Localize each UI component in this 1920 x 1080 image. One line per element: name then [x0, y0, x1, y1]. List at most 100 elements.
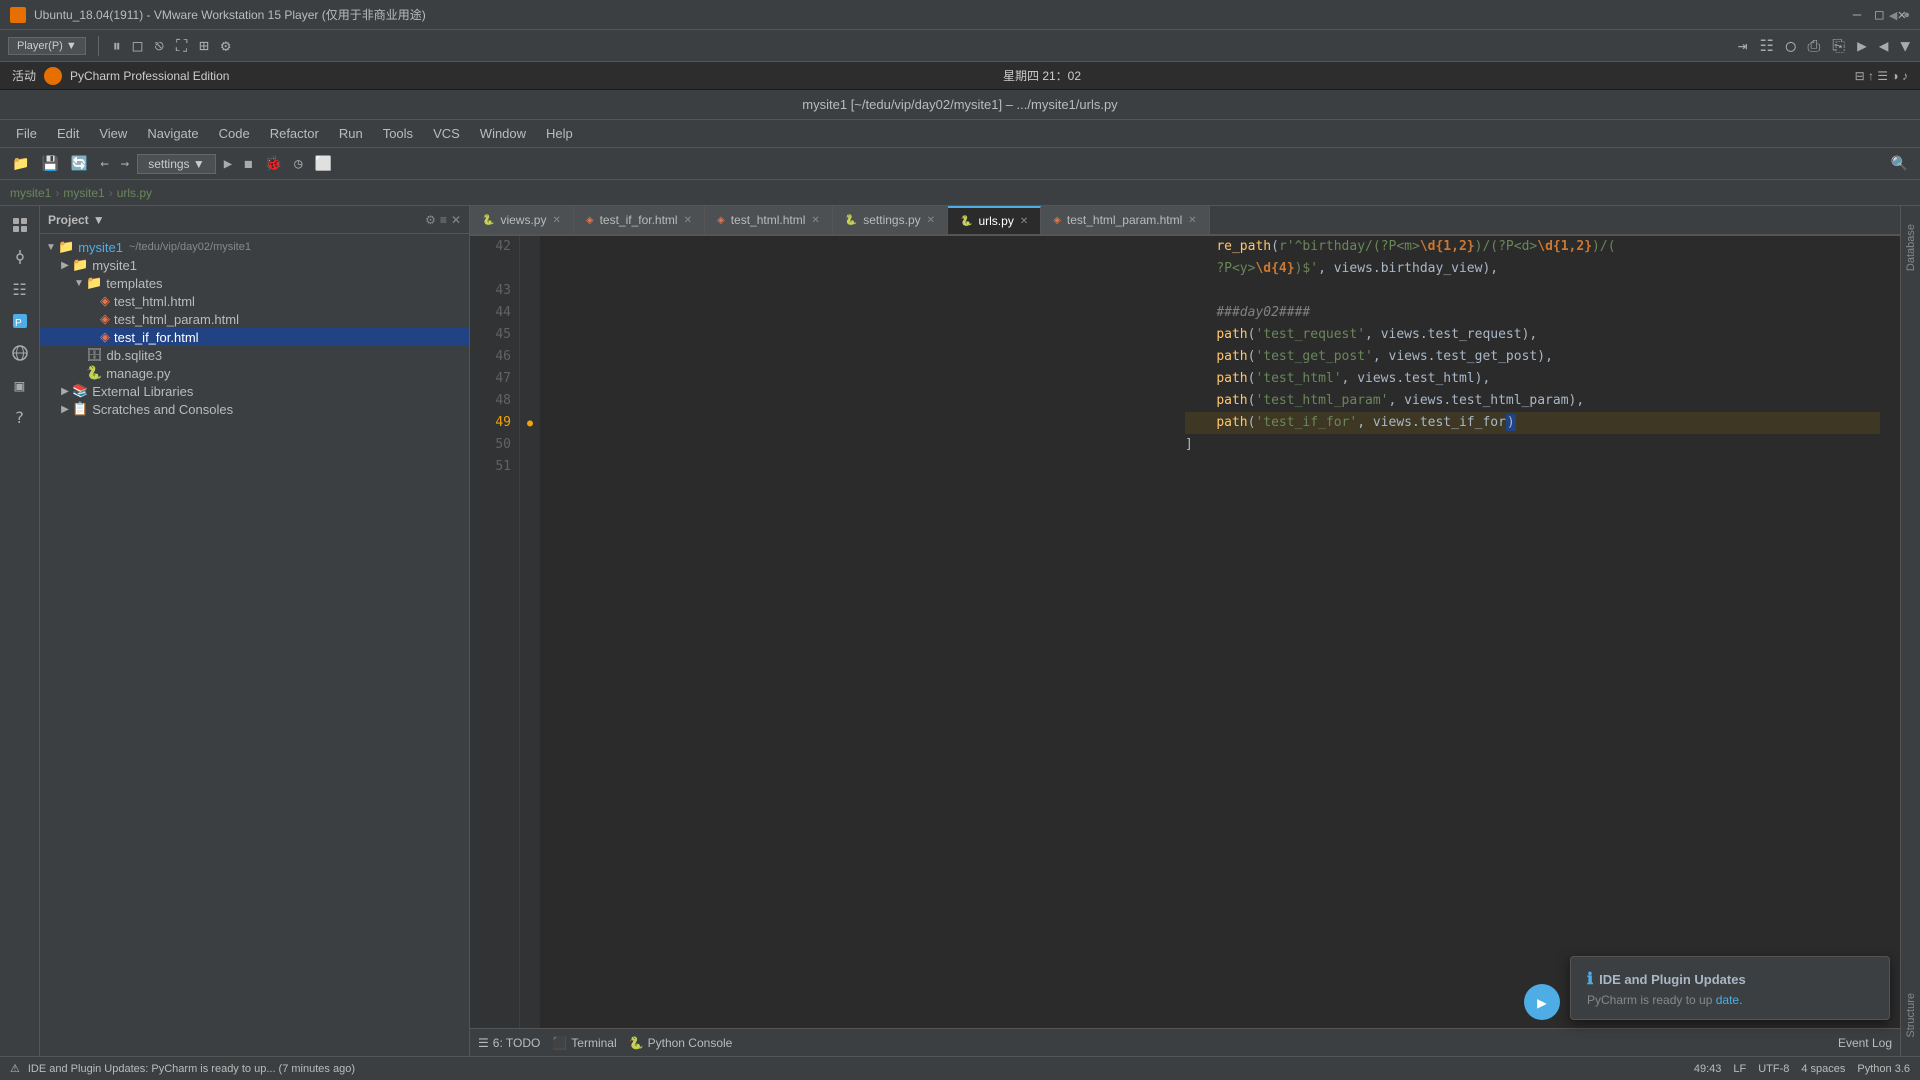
tree-item-test-html[interactable]: ◈ test_html.html	[40, 292, 469, 310]
vm-toolbar-right-1[interactable]: ⇥	[1736, 34, 1750, 57]
stop-button[interactable]: □	[131, 34, 145, 57]
terminal-icon[interactable]: ▣	[6, 371, 34, 399]
fullscreen-button[interactable]: ⛶	[174, 34, 189, 58]
breadcrumb-root[interactable]: mysite1	[10, 186, 51, 200]
right-sidebar-structure[interactable]: Structure	[1905, 985, 1917, 1046]
coverage-btn[interactable]: ⬜	[311, 154, 336, 174]
project-options-icon[interactable]: ≡	[440, 213, 447, 227]
back-btn[interactable]: ←	[96, 154, 112, 174]
tab-test-html-param[interactable]: ◈ test_html_param.html ✕	[1041, 206, 1209, 234]
help-icon[interactable]: ?	[6, 403, 34, 431]
menu-run[interactable]: Run	[331, 124, 371, 143]
tree-item-templates[interactable]: ▼ 📁 templates	[40, 274, 469, 292]
menu-vcs[interactable]: VCS	[425, 124, 468, 143]
breadcrumb-urls[interactable]: urls.py	[117, 186, 152, 200]
run-button[interactable]: ▶	[1524, 984, 1560, 1020]
sync-btn[interactable]: 🔄	[67, 154, 92, 174]
bottom-tab-todo[interactable]: ☰ 6: TODO	[478, 1036, 540, 1050]
tree-item-scratches[interactable]: ▶ 📋 Scratches and Consoles	[40, 400, 469, 418]
profile-btn[interactable]: ◷	[290, 154, 306, 174]
tab-views[interactable]: 🐍 views.py ✕	[470, 206, 574, 234]
menu-window[interactable]: Window	[472, 124, 534, 143]
tab-close-settings[interactable]: ✕	[927, 215, 935, 226]
tab-test-html[interactable]: ◈ test_html.html ✕	[705, 206, 833, 234]
code-content[interactable]: re_path(r'^birthday/(?P<m>\d{1,2})/(?P<d…	[1165, 236, 1900, 1028]
vm-toolbar-right-4[interactable]: ⎙	[1805, 34, 1822, 58]
vm-toolbar-right-2[interactable]: ☷	[1757, 34, 1775, 57]
pycharm-taskbar-icon[interactable]	[44, 67, 62, 85]
tab-urls[interactable]: 🐍 urls.py ✕	[948, 206, 1041, 234]
project-icon[interactable]	[6, 211, 34, 239]
search-btn[interactable]: 🔍	[1887, 154, 1912, 174]
browser-icon[interactable]	[6, 339, 34, 367]
tree-label-db: db.sqlite3	[107, 348, 163, 363]
run-config-btn[interactable]: ▶	[220, 154, 236, 174]
tree-item-root[interactable]: ▼ 📁 mysite1 ~/tedu/vip/day02/mysite1	[40, 238, 469, 256]
settings-button[interactable]: ⚙	[219, 34, 233, 57]
breadcrumb-mysite1[interactable]: mysite1	[63, 186, 104, 200]
tab-test-if-for[interactable]: ◈ test_if_for.html ✕	[574, 206, 705, 234]
ide-ctrl-2[interactable]: ●	[1903, 9, 1910, 21]
pause-button[interactable]: ⏸	[111, 34, 123, 58]
notification-link[interactable]: date.	[1716, 993, 1743, 1007]
send-ctrl-alt-del[interactable]: ⎋	[152, 34, 166, 57]
forward-btn[interactable]: →	[117, 154, 133, 174]
pycharm-app-label[interactable]: PyCharm Professional Edition	[70, 69, 229, 83]
save-btn[interactable]: 💾	[37, 154, 62, 174]
tab-close-urls[interactable]: ✕	[1020, 216, 1028, 227]
tree-item-test-if-for[interactable]: ◈ test_if_for.html	[40, 328, 469, 346]
bottom-tab-terminal[interactable]: ⬛ Terminal	[552, 1036, 616, 1050]
python-console-label: Python Console	[648, 1036, 733, 1050]
unity-button[interactable]: ⊞	[197, 34, 211, 57]
code-line-48: path('test_html_param', views.test_html_…	[1185, 390, 1880, 412]
settings-dropdown[interactable]: settings ▼	[137, 154, 216, 174]
menu-navigate[interactable]: Navigate	[139, 124, 206, 143]
open-folder-btn[interactable]: 📁	[8, 154, 33, 174]
menu-refactor[interactable]: Refactor	[262, 124, 327, 143]
tab-close-test-html[interactable]: ✕	[811, 215, 819, 226]
bottom-tab-python-console[interactable]: 🐍 Python Console	[629, 1036, 733, 1050]
ubuntu-taskbar-left: 活动 PyCharm Professional Edition	[12, 67, 229, 85]
event-log-tab[interactable]: Event Log	[1838, 1036, 1892, 1050]
tree-item-manage[interactable]: 🐍 manage.py	[40, 364, 469, 382]
tree-item-external-libs[interactable]: ▶ 📚 External Libraries	[40, 382, 469, 400]
activities-label[interactable]: 活动	[12, 67, 36, 84]
right-sidebar-database[interactable]: Database	[1905, 216, 1917, 279]
commit-icon[interactable]	[6, 243, 34, 271]
ide-ctrl-1[interactable]: ◀	[1889, 9, 1897, 22]
minimize-button[interactable]: —	[1849, 7, 1865, 23]
pycharm-logo-icon[interactable]: P	[6, 307, 34, 335]
vm-toolbar-right-8[interactable]: ▼	[1898, 34, 1912, 57]
player-menu-button[interactable]: Player(P) ▼	[8, 37, 86, 55]
vm-toolbar-right-5[interactable]: ⎘	[1830, 34, 1847, 58]
vm-toolbar-right-3[interactable]: ◯	[1784, 34, 1798, 57]
vm-toolbar-right-7[interactable]: ◀	[1877, 34, 1891, 57]
cursor-position: 49:43	[1694, 1063, 1722, 1075]
structure-icon[interactable]: ☷	[6, 275, 34, 303]
debug-btn[interactable]: 🐞	[261, 154, 286, 174]
menu-view[interactable]: View	[91, 124, 135, 143]
menu-help[interactable]: Help	[538, 124, 581, 143]
file-tree: ▼ 📁 mysite1 ~/tedu/vip/day02/mysite1 ▶ 📁…	[40, 234, 469, 1056]
menu-code[interactable]: Code	[211, 124, 258, 143]
tab-close-test-html-param[interactable]: ✕	[1188, 215, 1196, 226]
maximize-button[interactable]: □	[1871, 7, 1887, 23]
tab-close-views[interactable]: ✕	[552, 215, 560, 226]
menu-file[interactable]: File	[8, 124, 45, 143]
python-console-icon: 🐍	[629, 1036, 644, 1050]
file-icon-test-if-for: ◈	[100, 329, 110, 345]
title-bar: Ubuntu_18.04(1911) - VMware Workstation …	[0, 0, 1920, 30]
project-dropdown-icon[interactable]: ▼	[93, 213, 105, 227]
tree-item-db[interactable]: 🗄 db.sqlite3	[40, 346, 469, 364]
tree-item-mysite1[interactable]: ▶ 📁 mysite1	[40, 256, 469, 274]
vm-toolbar-right-6[interactable]: ▶	[1855, 34, 1869, 57]
project-settings-icon[interactable]: ⚙	[425, 213, 436, 227]
tree-item-test-html-param[interactable]: ◈ test_html_param.html	[40, 310, 469, 328]
menu-edit[interactable]: Edit	[49, 124, 87, 143]
build-btn[interactable]: ◼	[240, 154, 256, 174]
tab-close-test-if-for[interactable]: ✕	[684, 215, 692, 226]
project-close-icon[interactable]: ✕	[451, 213, 461, 227]
menu-tools[interactable]: Tools	[375, 124, 421, 143]
gutter-53	[520, 478, 540, 500]
tab-settings[interactable]: 🐍 settings.py ✕	[833, 206, 948, 234]
